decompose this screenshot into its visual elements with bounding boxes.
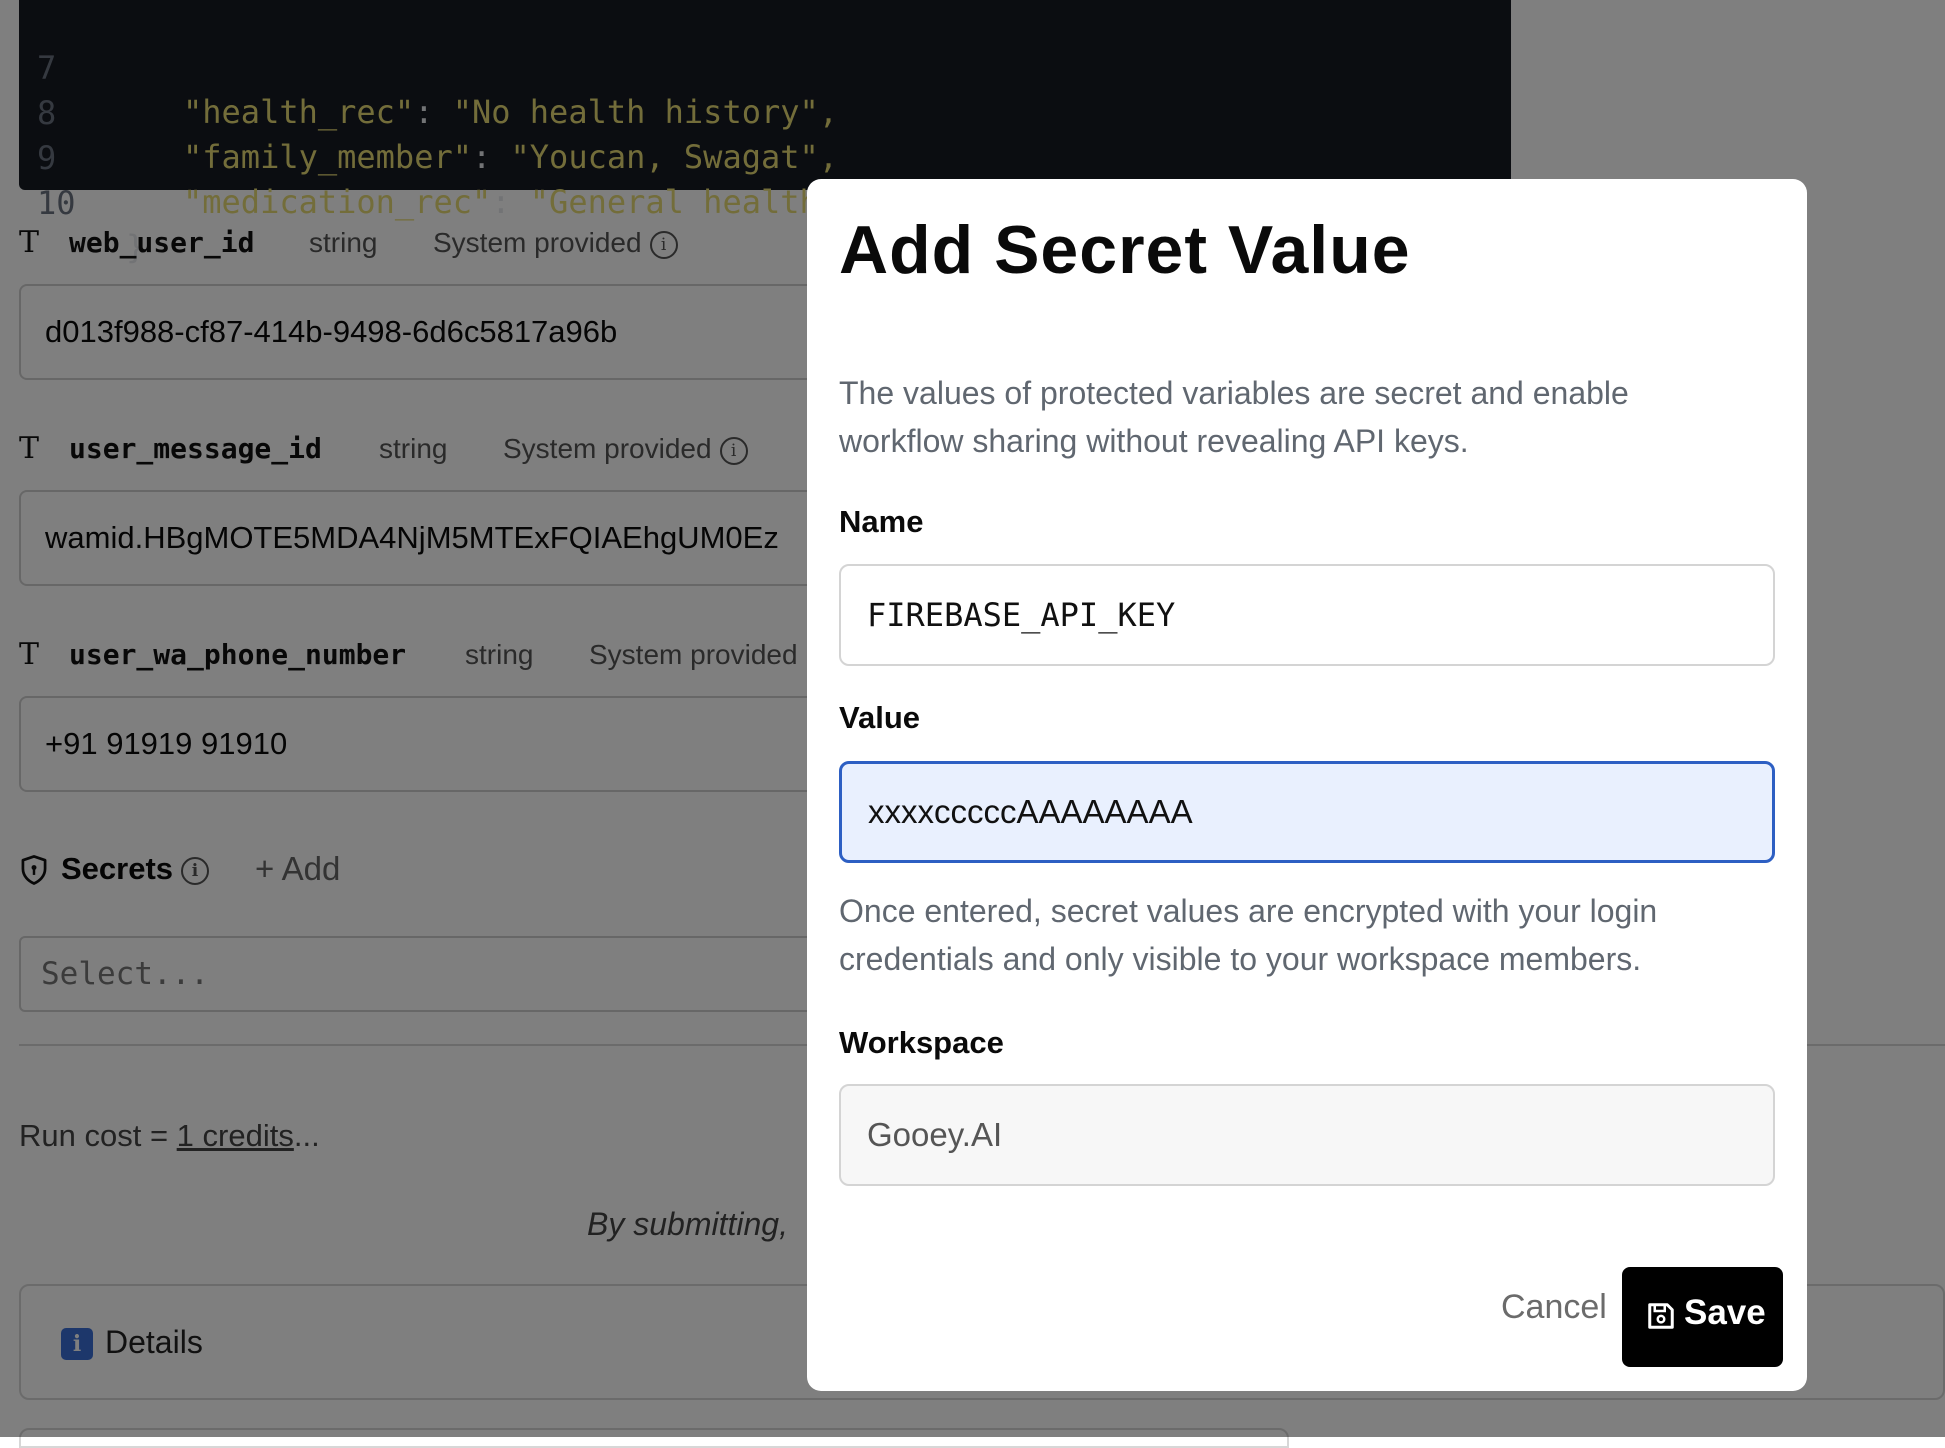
workspace-field: Gooey.AI — [839, 1084, 1775, 1186]
name-input[interactable]: FIREBASE_API_KEY — [839, 564, 1775, 666]
save-label: Save — [1684, 1293, 1766, 1332]
encryption-note: Once entered, secret values are encrypte… — [839, 893, 1658, 977]
cancel-button[interactable]: Cancel — [1479, 1267, 1629, 1347]
dialog-description: The values of protected variables are se… — [839, 375, 1629, 459]
name-label: Name — [839, 504, 924, 539]
workspace-label: Workspace — [839, 1025, 1004, 1060]
dialog-title: Add Secret Value — [839, 212, 1411, 288]
value-label: Value — [839, 700, 920, 735]
save-icon — [1648, 1303, 1674, 1329]
add-secret-dialog: Add Secret Value The values of protected… — [807, 179, 1807, 1391]
value-input[interactable]: xxxxcccccAAAAAAAA — [839, 761, 1775, 863]
save-button[interactable]: Save — [1622, 1267, 1783, 1367]
